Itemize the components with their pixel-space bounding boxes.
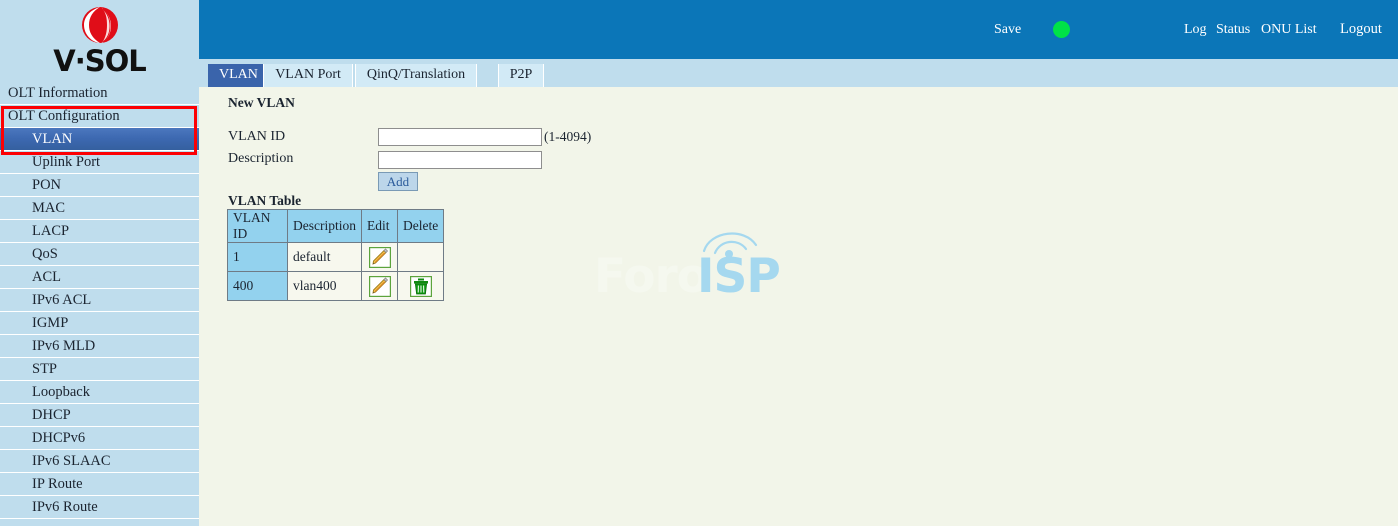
top-header-bar: Save Log Status ONU List Logout <box>199 0 1398 59</box>
vlan-table-head: VLAN ID Description Edit Delete <box>227 209 445 243</box>
cell-edit <box>361 242 398 272</box>
sidebar-item-lacp[interactable]: LACP <box>0 220 199 242</box>
vlan-table: VLAN ID Description Edit Delete 1 default 400… <box>227 209 445 301</box>
watermark-text-accent: ISP <box>697 249 781 304</box>
sidebar-item-stp[interactable]: STP <box>0 358 199 380</box>
log-link[interactable]: Log <box>1184 22 1207 38</box>
vlan-id-range-hint: (1-4094) <box>544 129 592 144</box>
olt-web-ui: V·SOL OLT Information OLT Configuration VL… <box>0 0 1398 526</box>
cell-vlan-id: 400 <box>227 271 288 301</box>
sidebar-item-loopback[interactable]: Loopback <box>0 381 199 403</box>
pencil-edit-icon[interactable] <box>368 246 391 268</box>
vlan-table-heading: VLAN Table <box>228 193 302 208</box>
brand-logo: V·SOL <box>0 0 199 82</box>
column-header-delete: Delete <box>396 209 445 243</box>
cell-description: default <box>287 242 362 272</box>
brand-name: V·SOL <box>53 44 146 78</box>
watermark-text-primary: Foro <box>594 249 709 304</box>
status-link[interactable]: Status <box>1216 22 1250 38</box>
column-header-description: Description <box>287 209 362 243</box>
foroisp-watermark: Foro ISP <box>594 223 824 304</box>
cell-delete <box>396 271 445 301</box>
new-vlan-heading: New VLAN <box>228 95 295 110</box>
tab-vlan[interactable]: VLAN <box>208 64 269 87</box>
vsol-logo-icon <box>81 7 118 43</box>
description-label: Description <box>228 151 294 166</box>
vlan-id-label: VLAN ID <box>228 129 286 144</box>
status-indicator-dot <box>1053 21 1070 38</box>
sidebar-item-qos[interactable]: QoS <box>0 243 199 265</box>
sidebar-item-dhcpv6[interactable]: DHCPv6 <box>0 427 199 449</box>
save-button[interactable]: Save <box>994 22 1021 38</box>
sidebar-item-ipv6-mld[interactable]: IPv6 MLD <box>0 335 199 357</box>
sidebar-item-acl[interactable]: ACL <box>0 266 199 288</box>
sidebar-item-igmp[interactable]: IGMP <box>0 312 199 334</box>
add-button[interactable]: Add <box>378 172 418 191</box>
onu-list-link[interactable]: ONU List <box>1261 22 1317 38</box>
sidebar-item-uplink-port[interactable]: Uplink Port <box>0 151 199 173</box>
sidebar-item-mac[interactable]: MAC <box>0 197 199 219</box>
column-header-edit: Edit <box>361 209 398 243</box>
logout-link[interactable]: Logout <box>1340 21 1382 38</box>
pencil-edit-icon[interactable] <box>368 275 391 297</box>
sidebar-item-olt-configuration[interactable]: OLT Configuration <box>0 105 199 127</box>
trash-delete-icon[interactable] <box>409 275 432 297</box>
vlan-id-input[interactable] <box>378 128 542 146</box>
cell-vlan-id: 1 <box>227 242 288 272</box>
tab-p2p[interactable]: P2P <box>497 64 545 87</box>
sidebar: V·SOL OLT Information OLT Configuration VL… <box>0 0 199 526</box>
sidebar-item-vlan[interactable]: VLAN <box>0 128 199 150</box>
cell-delete <box>396 242 445 272</box>
sidebar-item-ipv6-acl[interactable]: IPv6 ACL <box>0 289 199 311</box>
sidebar-item-dhcp[interactable]: DHCP <box>0 404 199 426</box>
table-header-row: VLAN ID Description Edit Delete <box>227 209 445 243</box>
sidebar-item-ip-route[interactable]: IP Route <box>0 473 199 495</box>
sidebar-item-pon[interactable]: PON <box>0 174 199 196</box>
sidebar-nav: OLT Information OLT Configuration VLAN Upli… <box>0 82 199 526</box>
sidebar-item-olt-information[interactable]: OLT Information <box>0 82 199 104</box>
wifi-arc-icon <box>702 232 758 257</box>
cell-description: vlan400 <box>287 271 362 301</box>
cell-edit <box>361 271 398 301</box>
column-header-vlan-id: VLAN ID <box>227 209 288 243</box>
description-input[interactable] <box>378 151 542 169</box>
tab-qinq-translation[interactable]: QinQ/Translation <box>354 64 478 87</box>
table-row: 1 default <box>227 242 445 272</box>
main-content: Foro ISP New VLAN VLAN ID (1-4094) Descr… <box>199 87 1398 526</box>
tab-bar: VLAN VLAN Port QinQ/Translation P2P <box>199 59 1398 87</box>
sidebar-item-ipv6-slaac[interactable]: IPv6 SLAAC <box>0 450 199 472</box>
tab-vlan-port[interactable]: VLAN Port <box>263 64 353 87</box>
sidebar-item-ipv6-route[interactable]: IPv6 Route <box>0 496 199 518</box>
sidebar-item-blank[interactable] <box>0 519 199 526</box>
table-row: 400 vlan400 <box>227 271 445 301</box>
vlan-table-body: 1 default 400 vlan400 <box>227 242 445 301</box>
